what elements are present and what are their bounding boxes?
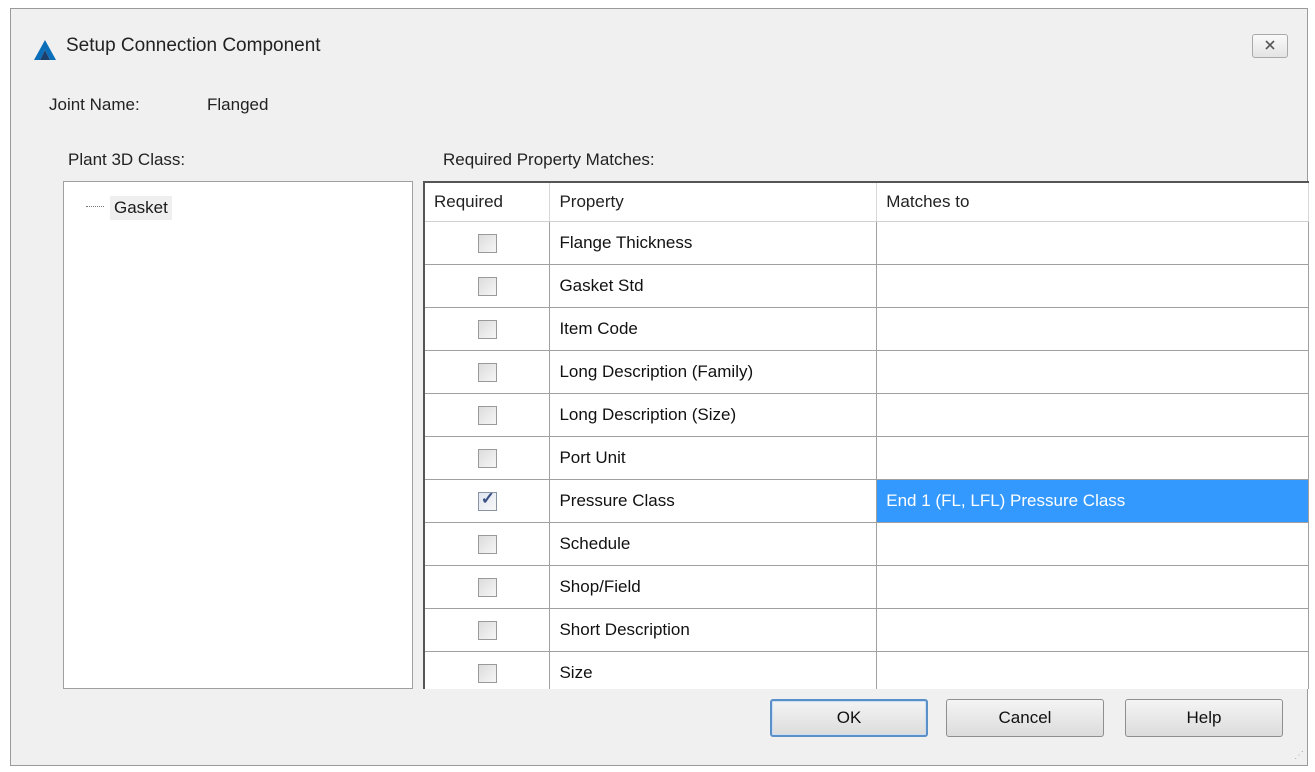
property-cell[interactable]: Schedule	[549, 522, 878, 566]
required-checkbox[interactable]	[477, 663, 497, 683]
plant-3d-class-tree[interactable]: Gasket	[63, 181, 413, 689]
property-cell[interactable]: Short Description	[549, 608, 878, 652]
setup-connection-dialog: Setup Connection Component Joint Name: F…	[10, 8, 1309, 766]
matches-to-cell[interactable]	[876, 307, 1309, 351]
table-row[interactable]: Schedule	[425, 522, 1309, 566]
matches-to-cell[interactable]	[876, 651, 1309, 689]
property-cell[interactable]: Pressure Class	[549, 479, 878, 523]
table-row[interactable]: Long Description (Family)	[425, 350, 1309, 394]
property-cell[interactable]: Long Description (Size)	[549, 393, 878, 437]
required-checkbox[interactable]	[477, 448, 497, 468]
matches-to-cell[interactable]	[876, 393, 1309, 437]
required-cell	[425, 264, 551, 308]
table-body: Flange Thickness Gasket Std Item Code Long …	[425, 221, 1309, 689]
matches-to-cell[interactable]	[876, 350, 1309, 394]
property-cell[interactable]: Long Description (Family)	[549, 350, 878, 394]
matches-to-cell[interactable]	[876, 608, 1309, 652]
property-cell[interactable]: Item Code	[549, 307, 878, 351]
table-row[interactable]: ✓ Pressure Class End 1 (FL, LFL) Pressure …	[425, 479, 1309, 523]
checkmark-icon: ✓	[480, 488, 495, 508]
required-property-matches-label: Required Property Matches:	[443, 150, 655, 169]
help-button[interactable]: Help	[1125, 699, 1283, 737]
property-cell[interactable]: Size	[549, 651, 878, 689]
required-cell	[425, 393, 551, 437]
property-cell[interactable]: Shop/Field	[549, 565, 878, 609]
autodesk-logo-icon	[33, 39, 57, 61]
table-row[interactable]: Size	[425, 651, 1309, 689]
property-matches-grid: Required Property Matches to Flange Thic…	[423, 181, 1309, 689]
table-row[interactable]: Flange Thickness	[425, 221, 1309, 265]
tree-connector-line	[86, 206, 104, 207]
required-checkbox[interactable]	[477, 362, 497, 382]
required-checkbox[interactable]	[477, 577, 497, 597]
plant-3d-class-label: Plant 3D Class:	[68, 150, 186, 169]
required-cell	[425, 307, 551, 351]
required-cell	[425, 565, 551, 609]
required-cell	[425, 350, 551, 394]
required-cell	[425, 522, 551, 566]
column-header-matches-to[interactable]: Matches to	[876, 183, 1309, 222]
title-bar: Setup Connection Component	[11, 9, 1307, 77]
required-checkbox[interactable]	[477, 534, 497, 554]
matches-to-cell[interactable]	[876, 221, 1309, 265]
property-cell[interactable]: Port Unit	[549, 436, 878, 480]
resize-grip-icon[interactable]: ⋰	[1294, 750, 1304, 761]
matches-to-cell[interactable]	[876, 565, 1309, 609]
required-checkbox[interactable]	[477, 620, 497, 640]
required-cell	[425, 221, 551, 265]
property-cell[interactable]: Flange Thickness	[549, 221, 878, 265]
ok-button[interactable]: OK	[770, 699, 928, 737]
required-cell: ✓	[425, 479, 551, 523]
required-checkbox[interactable]: ✓	[477, 488, 497, 511]
required-cell	[425, 608, 551, 652]
table-row[interactable]: Shop/Field	[425, 565, 1309, 609]
required-checkbox[interactable]	[477, 405, 497, 425]
column-header-required[interactable]: Required	[425, 183, 551, 222]
matches-to-cell[interactable]	[876, 264, 1309, 308]
required-cell	[425, 436, 551, 480]
table-row[interactable]: Port Unit	[425, 436, 1309, 480]
table-row[interactable]: Long Description (Size)	[425, 393, 1309, 437]
matches-to-cell[interactable]	[876, 436, 1309, 480]
joint-name-label: Joint Name:	[49, 95, 140, 114]
property-matches-table: Required Property Matches to Flange Thic…	[425, 183, 1309, 689]
required-checkbox[interactable]	[477, 233, 497, 253]
required-checkbox[interactable]	[477, 319, 497, 339]
cancel-button[interactable]: Cancel	[946, 699, 1104, 737]
table-row[interactable]: Item Code	[425, 307, 1309, 351]
close-button[interactable]	[1252, 34, 1288, 58]
table-row[interactable]: Short Description	[425, 608, 1309, 652]
matches-to-cell[interactable]	[876, 522, 1309, 566]
window-title: Setup Connection Component	[66, 35, 321, 56]
matches-to-cell[interactable]: End 1 (FL, LFL) Pressure Class	[876, 479, 1309, 523]
tree-item-gasket[interactable]: Gasket	[110, 196, 172, 220]
joint-name-value: Flanged	[207, 95, 269, 114]
column-header-property[interactable]: Property	[549, 183, 878, 222]
required-cell	[425, 651, 551, 689]
close-icon	[1263, 36, 1277, 56]
required-checkbox[interactable]	[477, 276, 497, 296]
table-header-row: Required Property Matches to	[425, 183, 1309, 222]
table-row[interactable]: Gasket Std	[425, 264, 1309, 308]
property-cell[interactable]: Gasket Std	[549, 264, 878, 308]
